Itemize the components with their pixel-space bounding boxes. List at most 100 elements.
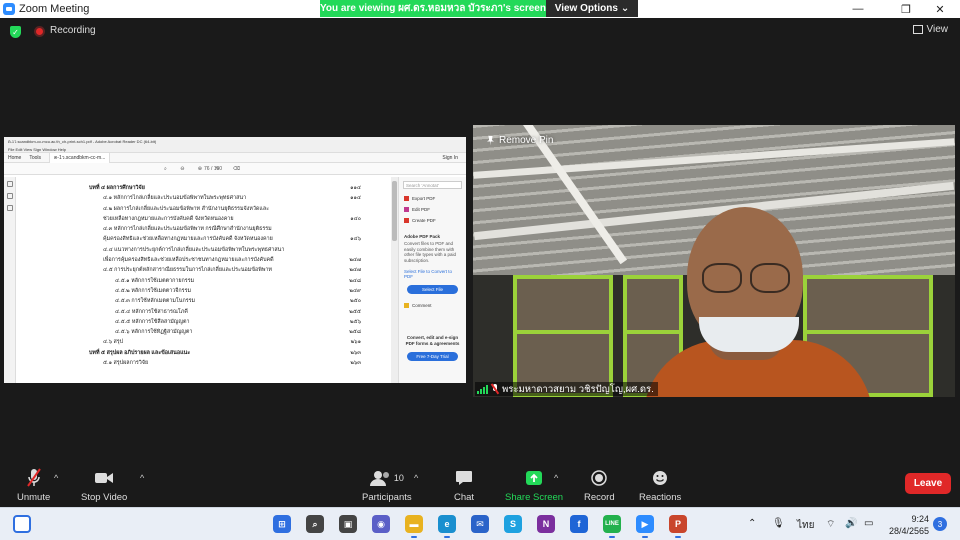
toc-line: ๔.๕ การประยุกต์หลักสาราณียธรรมในการไกล่เ…: [89, 265, 361, 275]
facebook-icon[interactable]: f: [570, 515, 588, 533]
toc-entry-text: ๔.๕.๒ หลักการใช้เมตตาวจีกรรม: [115, 287, 192, 294]
tray-overflow-icon[interactable]: ⌃: [748, 518, 756, 529]
toc-line: ๔.๕.๒ หลักการใช้เมตตาวจีกรรม ๒๔๙: [89, 286, 361, 296]
language-indicator[interactable]: ไทย: [797, 518, 814, 533]
pin-icon: [487, 135, 494, 146]
view-button[interactable]: View: [912, 24, 949, 35]
toc-line: ๔.๔ แนวทางการประยุกต์การไกล่เกลี่ยและประ…: [89, 245, 361, 255]
toc-line: ๔.๓ หลักการไกล่เกลี่ยและประนอมข้อพิพาท ก…: [89, 224, 361, 234]
encryption-shield-icon[interactable]: ✓: [10, 26, 21, 38]
toc-line: ๔.๑ หลักการไกล่เกลี่ยและประนอมข้อพิพาทใน…: [89, 193, 361, 203]
windows-taskbar: ⊞ ⌕ ▣ ◉ ▬ e ✉ S Nf LINE ▶ P ⌃ 🎙 ไทย ⌔ 🔊 ▭ 9:24 28/4…: [0, 507, 960, 540]
tool-label: Create PDF: [412, 218, 436, 223]
participants-button[interactable]: 10 Participants: [362, 468, 412, 503]
widgets-icon[interactable]: [13, 515, 31, 533]
acrobat-tabs: Home Tools ต-1ว.scandbkm-cc-m... Sign In: [4, 151, 466, 164]
recording-icon[interactable]: [34, 26, 45, 37]
stop-video-button[interactable]: Stop Video: [81, 468, 127, 503]
viewing-screen-label: You are viewing ผศ.ดร.หอมหวล บัวระภา's s…: [320, 0, 546, 17]
remove-pin-button[interactable]: Remove Pin: [487, 135, 553, 146]
scrollbar-thumb: [392, 181, 397, 241]
file-explorer-icon[interactable]: ▬: [405, 515, 423, 538]
edge-icon[interactable]: e: [438, 515, 456, 538]
leave-button[interactable]: Leave: [905, 473, 951, 494]
toc-entry-page: ๒๔๙: [349, 287, 361, 294]
system-clock[interactable]: 9:24 28/4/2565: [885, 513, 929, 537]
acrobat-left-rail: [4, 177, 16, 383]
toc-line: ช่วยเหลือทางกฎหมายและการบังคับคดี จังหวั…: [89, 214, 361, 224]
line-icon[interactable]: LINE: [603, 515, 621, 538]
wifi-icon[interactable]: ⌔: [826, 518, 835, 531]
record-button[interactable]: Record: [584, 468, 615, 503]
tools-search-input: Search 'Annotat': [403, 181, 462, 189]
grid-view-icon: [912, 25, 923, 34]
chevron-down-icon: ⌄: [620, 3, 630, 14]
audio-options-caret[interactable]: ^: [54, 473, 58, 483]
maximize-button[interactable]: ❐: [890, 0, 922, 18]
acrobat-tool: Edit PDF: [399, 204, 466, 215]
toc-entry-text: ๔.๓ หลักการไกล่เกลี่ยและประนอมข้อพิพาท ก…: [103, 226, 272, 233]
clock-time: 9:24: [911, 514, 929, 524]
teams-chat-icon[interactable]: ◉: [372, 515, 390, 533]
sign-in-link: Sign In: [442, 154, 458, 161]
volume-icon[interactable]: 🔊: [845, 518, 857, 529]
skype-icon[interactable]: S: [504, 515, 522, 533]
onenote-icon[interactable]: N: [537, 515, 555, 533]
battery-icon[interactable]: ▭: [864, 518, 873, 529]
search-icon[interactable]: ⌕: [306, 515, 324, 533]
toc-entry-text: บทที่ ๔ ผลการศึกษาวิจัย: [89, 185, 145, 191]
zoom-icon[interactable]: ▶: [636, 515, 654, 538]
close-window-button[interactable]: ✕: [924, 0, 956, 18]
powerpoint-icon[interactable]: P: [669, 515, 687, 538]
remove-pin-label: Remove Pin: [499, 135, 554, 146]
reactions-button[interactable]: Reactions: [639, 468, 681, 503]
view-label: View: [926, 24, 949, 35]
tab-home: Home: [8, 154, 22, 161]
mic-muted-icon: [491, 384, 499, 394]
minimize-button[interactable]: —: [842, 0, 874, 18]
task-view-icon[interactable]: ▣: [339, 515, 357, 533]
toc-entry-text: เพื่อการคุ้มครองสิทธิและช่วยเหลือประชาชน…: [103, 257, 274, 264]
toc-entry-text: ๔.๒ ผลการไกล่เกลี่ยและประนอมข้อพิพาท สำน…: [103, 205, 270, 212]
participant-video[interactable]: Remove Pin พระมหาดาวสยาม วชิรปัญโญ,ผศ.ดร…: [473, 125, 955, 397]
toc-line: ๔.๕.๕ หลักการใช้สีลสามัญญตา ๒๕๖: [89, 317, 361, 327]
toc-entry-page: ๒๕๘: [349, 329, 361, 336]
chat-button[interactable]: Chat: [454, 468, 474, 503]
mail-icon[interactable]: ✉: [471, 515, 489, 533]
window-title: Zoom Meeting: [19, 3, 90, 15]
mic-off-icon: [26, 468, 41, 488]
shared-screen[interactable]: ต-1ว.scandbkm-cc-mcu.ac.th_ch-print-sch1…: [4, 137, 466, 383]
share-options-caret[interactable]: ^: [554, 473, 558, 483]
tool-icon: [404, 207, 409, 212]
microphone-tray-icon[interactable]: 🎙: [772, 518, 785, 529]
toc-entry-page: ๒๕๖: [349, 318, 361, 325]
start-icon[interactable]: ⊞: [273, 515, 291, 533]
layers-icon: [7, 205, 13, 211]
share-screen-icon: [525, 468, 543, 488]
comment-icon: [404, 303, 409, 308]
toc-entry-text: ๔.๕.๕ หลักการใช้สีลสามัญญตา: [115, 318, 190, 325]
unmute-button[interactable]: Unmute: [17, 468, 50, 503]
video-options-caret[interactable]: ^: [140, 473, 144, 483]
participant-name-tag: พระมหาดาวสยาม วชิรปัญโญ,ผศ.ดร.: [475, 382, 658, 396]
bookshelf: [513, 275, 613, 397]
promo-text: Convert, edit and e-sign PDF forms & agr…: [405, 335, 460, 346]
notification-badge[interactable]: 3: [933, 517, 947, 531]
toc-line: คุ้มครองสิทธิและช่วยเหลือทางกฎหมายและการ…: [89, 234, 361, 244]
toc-entry-text: ๔.๕ การประยุกต์หลักสาราณียธรรมในการไกล่เ…: [103, 267, 272, 274]
toc-line: ๔.๖ สรุป ๒๖๑: [89, 337, 361, 347]
record-label: Record: [584, 492, 615, 503]
comment-label: Comment: [412, 303, 432, 308]
record-icon: [591, 468, 608, 488]
participants-options-caret[interactable]: ^: [414, 473, 418, 483]
acrobat-tools-pane: Search 'Annotat' Export PDF Edit PDF Creat…: [398, 177, 466, 383]
pdf-pack-title: Adobe PDF Pack: [404, 234, 441, 239]
view-options-button[interactable]: View Options ⌄: [546, 0, 638, 17]
stop-video-label: Stop Video: [81, 492, 128, 503]
toc-line: บทที่ ๕ สรุปผล อภิปรายผล และข้อเสนอแนะ ๒๖…: [89, 348, 361, 358]
acrobat-tool: Create PDF: [399, 215, 466, 226]
toc-entry-page: ๒๔๗: [349, 267, 361, 274]
signal-icon: [477, 384, 488, 394]
share-screen-label: Share Screen: [505, 492, 564, 503]
clock-date: 28/4/2565: [888, 526, 929, 536]
